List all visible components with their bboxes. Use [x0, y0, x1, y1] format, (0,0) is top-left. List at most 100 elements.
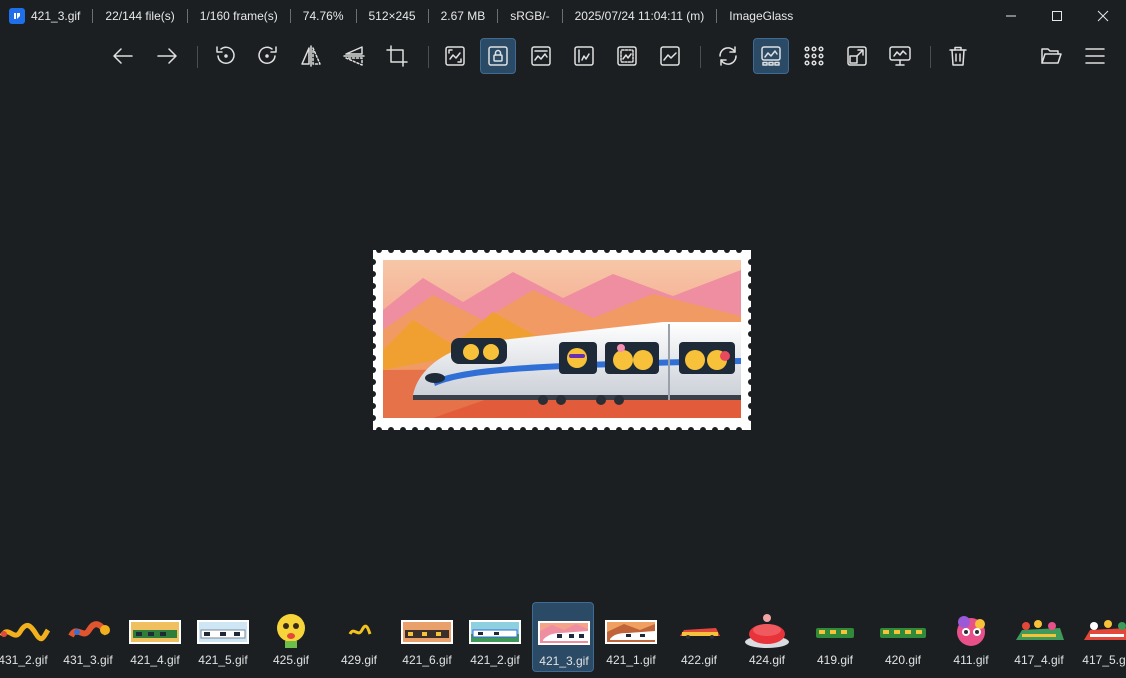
toolbar-separator: [700, 46, 701, 68]
thumbnail-item[interactable]: 417_4.gif: [1008, 602, 1070, 672]
crop-icon: [386, 45, 408, 67]
thumbnail-image: [129, 620, 181, 644]
title-bar: 421_3.gif 22/144 file(s) 1/160 frame(s) …: [0, 0, 1126, 32]
thumbnail-item[interactable]: 421_4.gif: [124, 602, 186, 672]
maximize-icon: [1052, 11, 1062, 21]
thumbnail-image: [957, 616, 985, 646]
delete-button[interactable]: [940, 38, 976, 74]
slideshow-icon: [889, 46, 911, 66]
thumbnail-label: 417_5.gif: [1082, 653, 1126, 667]
flip-vertical-icon: [343, 46, 365, 66]
title-dimensions: 512×245: [368, 9, 416, 23]
scale-to-fill-button[interactable]: [652, 38, 688, 74]
thumbnail-image: [348, 624, 372, 635]
rotate-right-button[interactable]: [250, 38, 286, 74]
slideshow-button[interactable]: [882, 38, 918, 74]
thumbnail-image: [680, 628, 720, 639]
thumbnail-item[interactable]: 421_5.gif: [192, 602, 254, 672]
title-app-name: ImageGlass: [729, 9, 794, 23]
maximize-button[interactable]: [1034, 0, 1080, 32]
minimize-button[interactable]: [988, 0, 1034, 32]
toolbar-separator: [428, 46, 429, 68]
thumbnail-item[interactable]: 421_6.gif: [396, 602, 458, 672]
refresh-icon: [719, 46, 737, 66]
thumbnail-item[interactable]: 419.gif: [804, 602, 866, 672]
thumbnail-grid-button[interactable]: [796, 38, 832, 74]
scale-to-height-button[interactable]: [566, 38, 602, 74]
thumbnail-image: [1016, 620, 1064, 640]
title-info: 421_3.gif 22/144 file(s) 1/160 frame(s) …: [31, 9, 805, 23]
lock-zoom-button[interactable]: [480, 38, 516, 74]
thumbnail-item[interactable]: 431_3.gif: [57, 602, 119, 672]
refresh-button[interactable]: [710, 38, 746, 74]
auto-zoom-icon: [445, 46, 465, 66]
thumbnail-item[interactable]: 422.gif: [668, 602, 730, 672]
toggle-gallery-button[interactable]: [753, 38, 789, 74]
scale-to-height-icon: [574, 46, 594, 66]
thumbnail-image: [1084, 620, 1126, 640]
main-menu-button[interactable]: [1077, 38, 1113, 74]
thumbnail-image: [880, 628, 926, 638]
rotate-right-icon: [258, 46, 277, 65]
close-button[interactable]: [1080, 0, 1126, 32]
arrow-left-icon: [113, 48, 133, 64]
toolbar: [0, 36, 1126, 76]
title-color-profile: sRGB/-: [510, 9, 550, 23]
thumbnail-image: [816, 628, 854, 638]
minimize-icon: [1006, 15, 1016, 17]
thumbnail-image: [469, 620, 521, 644]
title-file-size: 2.67 MB: [440, 9, 486, 23]
toolbar-separator: [197, 46, 198, 68]
thumbnail-item[interactable]: 421_1.gif: [600, 602, 662, 672]
thumbnail-gallery: 431_2.gif 431_3.gif 421_4.gif 421_5.gif …: [0, 600, 1126, 678]
thumbnail-image: [401, 620, 453, 644]
title-date: 2025/07/24 11:04:11 (m): [574, 9, 705, 23]
title-file-index: 22/144 file(s): [105, 9, 175, 23]
thumbnail-item[interactable]: 424.gif: [736, 602, 798, 672]
thumbnail-image: [605, 620, 657, 644]
fullscreen-icon: [847, 46, 867, 66]
arrow-right-icon: [157, 48, 177, 64]
thumbnail-item[interactable]: 429.gif: [328, 602, 390, 672]
trash-icon: [949, 46, 967, 66]
thumbnail-image: [68, 621, 110, 638]
flip-vertical-button[interactable]: [336, 38, 372, 74]
thumbnail-image: [277, 614, 305, 648]
scale-to-width-button[interactable]: [523, 38, 559, 74]
scale-to-width-icon: [531, 46, 551, 66]
toggle-gallery-icon: [761, 46, 781, 66]
open-folder-icon: [1041, 48, 1062, 64]
thumbnail-item[interactable]: 421_2.gif: [464, 602, 526, 672]
window-controls: [988, 0, 1126, 32]
flip-horizontal-button[interactable]: [293, 38, 329, 74]
thumbnail-item[interactable]: 417_5.gif: [1076, 602, 1126, 672]
open-file-button[interactable]: [1033, 38, 1069, 74]
previous-image-button[interactable]: [105, 38, 141, 74]
train-stamp-image: [370, 247, 754, 433]
title-filename: 421_3.gif: [31, 9, 81, 23]
thumbnail-image: [197, 620, 249, 644]
imageglass-app-icon: [9, 8, 25, 24]
thumbnail-item[interactable]: 420.gif: [872, 602, 934, 672]
thumbnail-item[interactable]: 425.gif: [260, 602, 322, 672]
thumbnail-image: [0, 623, 50, 642]
next-image-button[interactable]: [149, 38, 185, 74]
menu-icon: [1085, 48, 1105, 64]
flip-horizontal-icon: [301, 45, 321, 67]
thumbnail-item-selected[interactable]: 421_3.gif: [532, 602, 594, 672]
thumbnail-item[interactable]: 431_2.gif: [0, 602, 54, 672]
scale-to-fit-button[interactable]: [609, 38, 645, 74]
main-image: [370, 247, 754, 433]
crop-button[interactable]: [379, 38, 415, 74]
thumbnail-image: [538, 621, 590, 645]
rotate-left-icon: [216, 46, 235, 65]
fullscreen-button[interactable]: [839, 38, 875, 74]
thumbnail-image: [745, 614, 789, 648]
toolbar-separator: [930, 46, 931, 68]
image-viewer[interactable]: [0, 80, 1126, 598]
thumbnail-item[interactable]: 411.gif: [940, 602, 1002, 672]
scale-to-fit-icon: [617, 46, 637, 66]
close-icon: [1097, 10, 1109, 22]
auto-zoom-button[interactable]: [437, 38, 473, 74]
rotate-left-button[interactable]: [207, 38, 243, 74]
